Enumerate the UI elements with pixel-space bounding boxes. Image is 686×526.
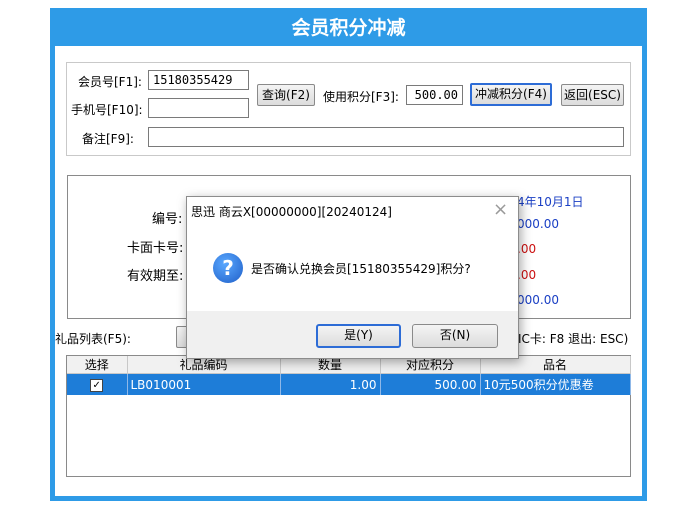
member-number-input[interactable]: 15180355429 bbox=[148, 70, 249, 90]
deduct-points-button[interactable]: 冲减积分(F4) bbox=[470, 83, 552, 106]
row-name-cell: 10元500积分优惠卷 bbox=[480, 373, 631, 395]
yes-button[interactable]: 是(Y) bbox=[316, 324, 401, 348]
dialog-title: 思迅 商云X[00000000][20240124] bbox=[191, 205, 392, 219]
note-label: 备注[F9]: bbox=[82, 132, 134, 146]
window-title: 会员积分冲减 bbox=[291, 17, 406, 39]
shortcut-hint: IC卡: F8 退出: ESC) bbox=[518, 332, 629, 346]
dialog-message: 是否确认兑换会员[15180355429]积分? bbox=[251, 262, 471, 276]
phone-label: 手机号[F10]: bbox=[71, 103, 143, 117]
row-checkbox[interactable]: ✓ bbox=[90, 379, 104, 392]
gift-list-label: 礼品列表(F5): bbox=[55, 332, 131, 346]
use-points-label: 使用积分[F3]: bbox=[323, 90, 399, 104]
gift-table-frame: 选择 礼品编码 数量 对应积分 品名 ✓ LB010001 1.00 500.0… bbox=[66, 355, 631, 477]
question-icon: ? bbox=[213, 253, 243, 283]
card-number-label: 卡面卡号: bbox=[127, 241, 184, 256]
note-input[interactable] bbox=[148, 127, 624, 147]
table-row[interactable]: ✓ LB010001 1.00 500.00 10元500积分优惠卷 bbox=[67, 373, 631, 395]
info-partial-value-3: .00 bbox=[517, 268, 537, 282]
number-label: 编号: bbox=[152, 212, 183, 227]
dialog-footer: 是(Y) 否(N) bbox=[187, 311, 518, 358]
info-partial-date: 4年10月1日 bbox=[517, 195, 584, 209]
col-select-header[interactable]: 选择 bbox=[67, 356, 128, 374]
info-partial-value-2: .00 bbox=[517, 242, 537, 256]
row-points-cell: 500.00 bbox=[380, 373, 481, 395]
info-partial-value-4: 000.00 bbox=[517, 293, 559, 307]
no-button[interactable]: 否(N) bbox=[412, 324, 498, 348]
row-select-cell[interactable]: ✓ bbox=[67, 373, 128, 395]
back-button[interactable]: 返回(ESC) bbox=[561, 84, 624, 106]
row-code-cell: LB010001 bbox=[127, 373, 281, 395]
row-qty-cell: 1.00 bbox=[280, 373, 381, 395]
expiry-label: 有效期至: bbox=[127, 269, 184, 284]
use-points-input[interactable]: 500.00 bbox=[406, 85, 463, 105]
close-icon[interactable]: × bbox=[493, 199, 508, 220]
phone-input[interactable] bbox=[148, 98, 249, 118]
confirm-dialog: 思迅 商云X[00000000][20240124] × ? 是否确认兑换会员[… bbox=[186, 196, 519, 359]
gift-table: 选择 礼品编码 数量 对应积分 品名 ✓ LB010001 1.00 500.0… bbox=[67, 356, 631, 395]
member-number-label: 会员号[F1]: bbox=[78, 75, 142, 89]
query-button[interactable]: 查询(F2) bbox=[257, 84, 315, 106]
info-partial-value-1: 000.00 bbox=[517, 217, 559, 231]
